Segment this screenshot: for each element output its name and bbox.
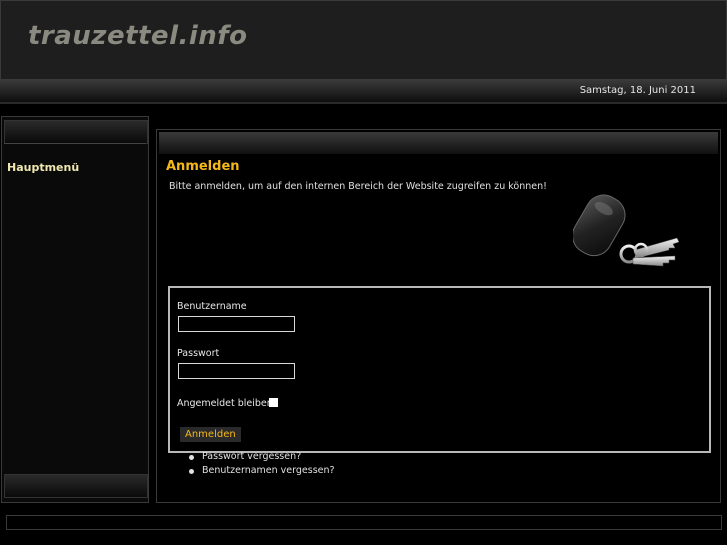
content-area: Anmelden Bitte anmelden, um auf den inte…	[156, 129, 721, 503]
site-footer	[6, 515, 722, 530]
forgot-password-link[interactable]: Passwort vergessen?	[202, 451, 301, 462]
remember-checkbox[interactable]	[269, 398, 278, 407]
username-label: Benutzername	[177, 301, 247, 312]
help-links: Passwort vergessen? Benutzernamen verges…	[187, 451, 335, 479]
date-bar: Samstag, 18. Juni 2011	[0, 80, 727, 104]
current-date: Samstag, 18. Juni 2011	[579, 85, 696, 96]
list-item[interactable]: Benutzernamen vergessen?	[187, 465, 335, 479]
content-header	[159, 132, 718, 154]
password-input[interactable]	[178, 363, 295, 379]
page-title: Anmelden	[166, 159, 240, 174]
main-menu-title: Hauptmenü	[7, 161, 80, 174]
remember-label: Angemeldet bleiben	[177, 398, 273, 409]
forgot-username-link[interactable]: Benutzernamen vergessen?	[202, 465, 335, 476]
site-header: trauzettel.info	[0, 0, 727, 80]
bullet-icon	[189, 455, 194, 460]
bullet-icon	[189, 469, 194, 474]
login-form: Benutzername Passwort Angemeldet bleiben…	[168, 286, 711, 453]
password-label: Passwort	[177, 348, 220, 359]
site-logo[interactable]: trauzettel.info	[28, 21, 247, 51]
login-button[interactable]: Anmelden	[180, 427, 241, 442]
list-item[interactable]: Passwort vergessen?	[187, 451, 335, 465]
keys-icon	[573, 194, 680, 267]
username-input[interactable]	[178, 316, 295, 332]
sidebar-header	[4, 120, 148, 144]
sidebar: Hauptmenü	[1, 116, 149, 503]
divider	[4, 143, 146, 144]
sidebar-footer	[4, 474, 148, 498]
intro-text: Bitte anmelden, um auf den internen Bere…	[169, 181, 547, 192]
